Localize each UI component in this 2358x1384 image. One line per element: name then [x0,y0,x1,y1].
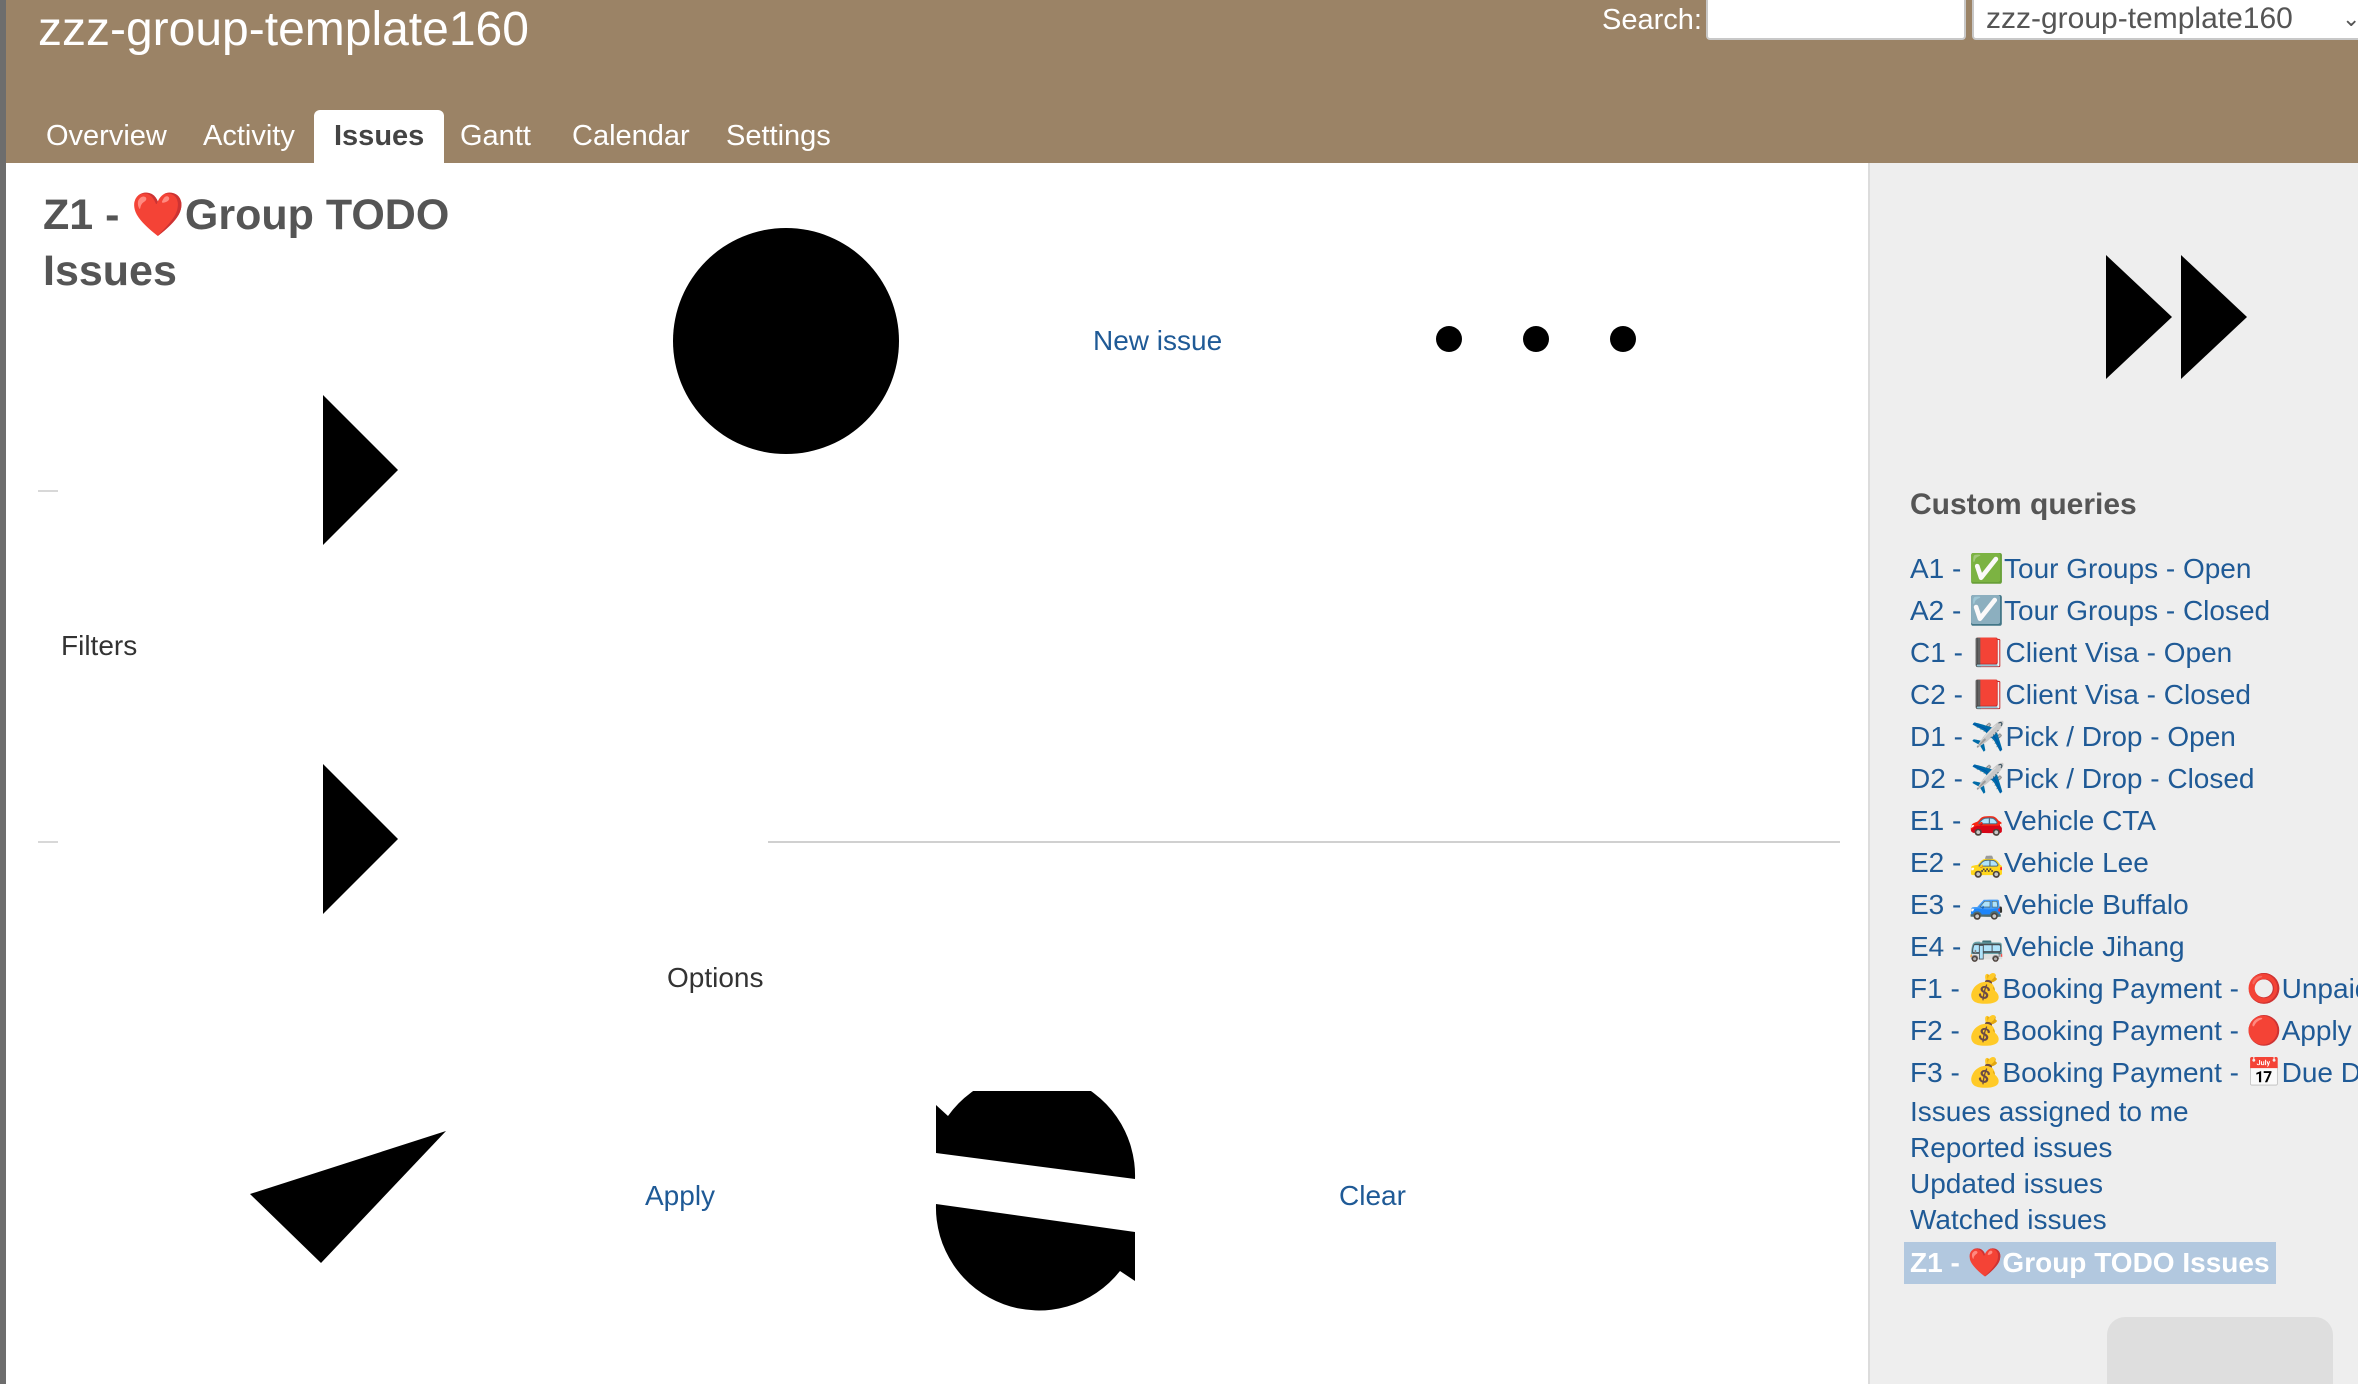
query-link[interactable]: F2 - 💰Booking Payment - 🔴Apply [1910,1010,2358,1052]
new-issue-link[interactable]: New issue [1093,325,1222,357]
search-label: Search: [1602,4,1702,36]
query-link[interactable]: Issues assigned to me [1910,1094,2358,1130]
query-link[interactable]: F1 - 💰Booking Payment - ⭕Unpaid [1910,968,2358,1010]
double-chevron-right-icon[interactable] [2106,255,2256,385]
filters-label[interactable]: Filters [61,630,137,662]
apply-button[interactable]: Apply [645,1180,715,1212]
circle-icon[interactable] [673,228,899,454]
filters-toggle-triangle-right-icon[interactable] [323,395,398,545]
options-toggle-triangle-right-icon[interactable] [323,764,398,914]
query-link[interactable]: E2 - 🚕Vehicle Lee [1910,842,2358,884]
query-link[interactable]: A1 - ✅Tour Groups - Open [1910,548,2358,590]
ellipsis-dot [1610,326,1636,352]
query-link[interactable]: Reported issues [1910,1130,2358,1166]
ellipsis-icon[interactable] [1436,326,1636,354]
tab-calendar[interactable]: Calendar [552,110,710,163]
custom-queries-heading: Custom queries [1910,488,2137,521]
query-link[interactable]: Updated issues [1910,1166,2358,1202]
project-title[interactable]: zzz-group-template160 [38,2,529,57]
main-content: Z1 - ❤️Group TODO Issues New issue Filte… [6,163,1868,1384]
query-link[interactable]: D2 - ✈️Pick / Drop - Closed [1910,758,2358,800]
search-input[interactable] [1706,0,1966,40]
query-link[interactable]: E4 - 🚌Vehicle Jihang [1910,926,2358,968]
query-link[interactable]: Watched issues [1910,1202,2358,1238]
fieldset-rule [38,490,58,492]
options-label[interactable]: Options [667,962,764,994]
sidebar-footer-box [2107,1317,2333,1384]
tab-issues[interactable]: Issues [314,110,445,163]
query-link[interactable]: C1 - 📕Client Visa - Open [1910,632,2358,674]
query-link[interactable]: E1 - 🚗Vehicle CTA [1910,800,2358,842]
project-jump-select[interactable]: zzz-group-template160 ⌄ [1972,0,2358,40]
tab-gantt[interactable]: Gantt [440,110,551,163]
query-link[interactable]: E3 - 🚙Vehicle Buffalo [1910,884,2358,926]
project-jump-value: zzz-group-template160 [1986,2,2293,35]
tab-settings[interactable]: Settings [706,110,851,163]
query-link[interactable]: F3 - 💰Booking Payment - 📅Due Dat [1910,1052,2358,1094]
query-link[interactable]: A2 - ☑️Tour Groups - Closed [1910,590,2358,632]
ellipsis-dot [1523,326,1549,352]
tab-overview[interactable]: Overview [26,110,187,163]
clear-button[interactable]: Clear [1339,1180,1406,1212]
query-link-selected[interactable]: Z1 - ❤️Group TODO Issues [1904,1242,2276,1284]
chevron-down-icon: ⌄ [2342,6,2358,31]
tab-activity[interactable]: Activity [183,110,315,163]
query-link[interactable]: C2 - 📕Client Visa - Closed [1910,674,2358,716]
sidebar: Custom queries A1 - ✅Tour Groups - Open … [1868,163,2358,1384]
options-fieldset-rule [768,841,1840,843]
custom-query-list: A1 - ✅Tour Groups - Open A2 - ☑️Tour Gro… [1904,548,2358,1284]
page-title: Z1 - ❤️Group TODO Issues [43,191,450,295]
ellipsis-dot [1436,326,1462,352]
reload-icon[interactable] [930,1091,1142,1311]
fieldset-rule [38,841,58,843]
checkmark-icon[interactable] [250,1131,446,1263]
query-link[interactable]: D1 - ✈️Pick / Drop - Open [1910,716,2358,758]
